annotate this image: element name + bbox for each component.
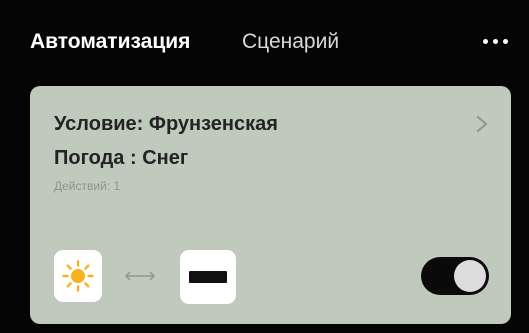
automation-card[interactable]: Условие: Фрунзенская Погода : Снег Дейст… [30,86,511,324]
action-tile [180,250,236,304]
tab-automation[interactable]: Автоматизация [30,28,190,56]
tab-scenario[interactable]: Сценарий [242,28,339,56]
more-dot [482,38,488,44]
more-dot [492,38,498,44]
toggle-knob [454,260,486,292]
trigger-tile [54,250,102,302]
sun-icon [62,260,94,292]
actions-count: Действий: 1 [54,179,121,193]
automation-screen: Автоматизация Сценарий Условие: Фрунзенс… [0,0,529,333]
chevron-right-icon[interactable] [475,114,489,134]
top-bar: Автоматизация Сценарий [0,0,529,86]
automation-toggle[interactable] [421,257,489,295]
double-arrow-icon [124,271,156,281]
more-dot [502,38,508,44]
weather-label: Погода : Снег [54,147,189,169]
device-panel-icon [189,271,227,283]
more-options-icon[interactable] [475,28,515,54]
condition-label: Условие: Фрунзенская [54,113,278,135]
